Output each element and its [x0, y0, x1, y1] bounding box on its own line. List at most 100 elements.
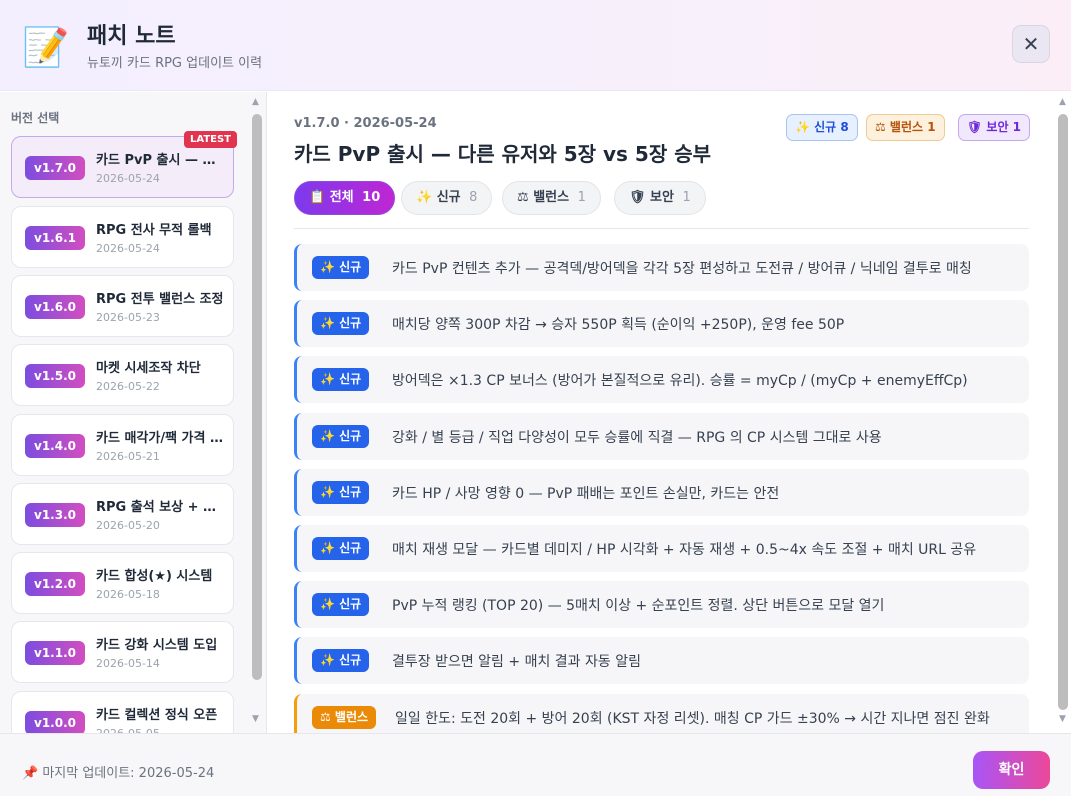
version-pill: v1.6.1 — [25, 226, 85, 250]
version-title: 카드 컬렉션 정식 오픈 — [96, 708, 218, 723]
version-pill: v1.7.0 — [25, 156, 85, 180]
patch-detail: v1.7.0 · 2026-05-24 카드 PvP 출시 — 다른 유저와 5… — [268, 92, 1071, 733]
summary-badge-security: 🛡 보안 1 — [958, 114, 1031, 141]
scroll-up-icon[interactable]: ▲ — [252, 97, 259, 107]
version-title: RPG 전사 무적 롤백 — [96, 223, 212, 238]
version-date: 2026-05-14 — [96, 657, 160, 670]
note-item: ✨ 신규 결투장 받으면 알림 + 매치 결과 자동 알림 — [294, 637, 1029, 684]
filter-count: 8 — [469, 190, 478, 205]
version-title: RPG 전투 밸런스 조정 — [96, 292, 224, 307]
version-pill: v1.6.0 — [25, 295, 85, 319]
filter-label: 신규 — [436, 190, 461, 205]
scales-icon: ⚖ — [517, 190, 529, 205]
filter-count: 1 — [577, 190, 586, 205]
version-title: 마켓 시세조작 차단 — [96, 361, 201, 376]
note-tag-new: ✨ 신규 — [312, 593, 370, 616]
note-text: 강화 / 별 등급 / 직업 다양성이 모두 승률에 직결 — RPG 의 CP… — [392, 430, 882, 446]
filter-label: 밸런스 — [533, 190, 570, 205]
note-item: ⚖ 밸런스 일일 한도: 도전 20회 + 방어 20회 (KST 자정 리셋)… — [294, 694, 1029, 733]
note-text: 매치 재생 모달 — 카드별 데미지 / HP 시각화 + 자동 재생 + 0.… — [392, 542, 977, 558]
version-item-active[interactable]: v1.7.0 카드 PvP 출시 — 다른 유저와 5장 vs 5장 승부 20… — [11, 131, 237, 198]
note-text: 카드 PvP 컨텐츠 추가 — 공격덱/방어덱을 각각 5장 편성하고 도전큐 … — [392, 261, 972, 277]
version-date: 2026-05-21 — [96, 450, 160, 463]
version-meta: v1.7.0 · 2026-05-24 — [294, 116, 437, 131]
note-item: ✨ 신규 방어덱은 ×1.3 CP 보너스 (방어가 본질적으로 유리). 승률… — [294, 356, 1029, 403]
version-sidebar: 버전 선택 v1.7.0 카드 PvP 출시 — 다른 유저와 5장 vs 5장… — [0, 92, 267, 733]
modal-header: 📝 패치 노트 뉴토끼 카드 RPG 업데이트 이력 ✕ — [0, 0, 1071, 91]
version-item[interactable]: v1.6.0 RPG 전투 밸런스 조정 2026-05-23 — [11, 275, 234, 337]
version-date: 2026-05-20 — [96, 519, 160, 532]
filter-tab-all[interactable]: 📋 전체 10 — [294, 181, 396, 215]
filter-label: 전체 — [329, 190, 354, 205]
filter-count: 1 — [682, 190, 691, 205]
note-tag-new: ✨ 신규 — [312, 368, 370, 391]
version-pill: v1.1.0 — [25, 641, 85, 665]
version-date: 2026-05-24 — [96, 172, 160, 185]
scrollbar-thumb[interactable] — [252, 114, 262, 680]
note-item: ✨ 신규 카드 HP / 사망 영향 0 — PvP 패배는 포인트 손실만, … — [294, 469, 1029, 516]
divider — [294, 228, 1029, 229]
version-item[interactable]: v1.0.0 카드 컬렉션 정식 오픈 2026-05-05 — [11, 691, 234, 733]
version-item[interactable]: v1.4.0 카드 매각가/팩 가격 조정 2026-05-21 — [11, 414, 234, 476]
close-icon: ✕ — [1022, 32, 1040, 56]
version-title: 카드 PvP 출시 — 다른 유저와 5장 vs 5장 승부 — [96, 153, 224, 168]
page-title: 패치 노트 — [87, 24, 176, 49]
confirm-button[interactable]: 확인 — [973, 751, 1050, 789]
version-title: 카드 매각가/팩 가격 조정 — [96, 431, 224, 446]
version-pill: v1.3.0 — [25, 503, 85, 527]
note-tag-new: ✨ 신규 — [312, 425, 370, 448]
filter-label: 보안 — [650, 190, 674, 205]
note-item: ✨ 신규 카드 PvP 컨텐츠 추가 — 공격덱/방어덱을 각각 5장 편성하고… — [294, 244, 1029, 291]
summary-badge-new: ✨ 신규 8 — [786, 114, 858, 141]
note-text: 일일 한도: 도전 20회 + 방어 20회 (KST 자정 리셋). 매칭 C… — [395, 711, 990, 727]
note-text: 카드 HP / 사망 영향 0 — PvP 패배는 포인트 손실만, 카드는 안… — [392, 486, 780, 502]
summary-badge-balance: ⚖ 밸런스 1 — [866, 114, 945, 141]
version-title: 카드 합성(★) 시스템 — [96, 569, 213, 584]
note-item: ✨ 신규 매치당 양쪽 300P 차감 → 승자 550P 획득 (순이익 +2… — [294, 300, 1029, 347]
note-tag-new: ✨ 신규 — [312, 256, 370, 279]
shield-icon: 🛡 — [629, 190, 646, 205]
version-date: 2026-05-22 — [96, 380, 160, 393]
sidebar-scrollbar[interactable]: ▲ ▼ — [248, 92, 266, 733]
note-tag-new: ✨ 신규 — [312, 312, 370, 335]
filter-tab-new[interactable]: ✨ 신규 8 — [401, 181, 493, 215]
note-tag-new: ✨ 신규 — [312, 649, 370, 672]
page-subtitle: 뉴토끼 카드 RPG 업데이트 이력 — [87, 56, 263, 71]
last-updated-text: 📌 마지막 업데이트: 2026-05-24 — [22, 766, 215, 781]
filter-tab-balance[interactable]: ⚖ 밸런스 1 — [502, 181, 601, 215]
filter-tab-security[interactable]: 🛡 보안 1 — [614, 181, 706, 215]
note-item: ✨ 신규 매치 재생 모달 — 카드별 데미지 / HP 시각화 + 자동 재생… — [294, 525, 1029, 572]
filter-count: 10 — [362, 190, 381, 205]
version-item[interactable]: v1.2.0 카드 합성(★) 시스템 2026-05-18 — [11, 552, 234, 614]
version-item[interactable]: v1.6.1 RPG 전사 무적 롤백 2026-05-24 — [11, 206, 234, 268]
version-item[interactable]: v1.5.0 마켓 시세조작 차단 2026-05-22 — [11, 344, 234, 406]
scroll-down-icon[interactable]: ▼ — [252, 714, 259, 724]
note-text: PvP 누적 랭킹 (TOP 20) — 5매치 이상 + 순포인트 정렬. 상… — [392, 598, 885, 614]
version-title: RPG 출석 보상 + 이벤트 — [96, 500, 224, 515]
note-tag-balance: ⚖ 밸런스 — [312, 706, 377, 729]
note-text: 방어덱은 ×1.3 CP 보너스 (방어가 본질적으로 유리). 승률 = my… — [392, 373, 968, 389]
version-title: 카드 강화 시스템 도입 — [96, 638, 218, 653]
sparkles-icon: ✨ — [416, 190, 433, 205]
scrollbar-thumb[interactable] — [1058, 114, 1068, 710]
note-item: ✨ 신규 PvP 누적 랭킹 (TOP 20) — 5매치 이상 + 순포인트 … — [294, 581, 1029, 628]
note-text: 결투장 받으면 알림 + 매치 결과 자동 알림 — [392, 654, 641, 670]
note-tag-new: ✨ 신규 — [312, 537, 370, 560]
scroll-up-icon[interactable]: ▲ — [1059, 97, 1066, 107]
version-pill: v1.5.0 — [25, 364, 85, 388]
modal-footer: 📌 마지막 업데이트: 2026-05-24 확인 — [0, 733, 1071, 796]
note-tag-new: ✨ 신규 — [312, 481, 370, 504]
scroll-down-icon[interactable]: ▼ — [1059, 714, 1066, 724]
note-text: 매치당 양쪽 300P 차감 → 승자 550P 획득 (순이익 +250P),… — [392, 317, 845, 333]
version-item[interactable]: v1.1.0 카드 강화 시스템 도입 2026-05-14 — [11, 621, 234, 683]
version-date: 2026-05-23 — [96, 311, 160, 324]
version-pill: v1.2.0 — [25, 572, 85, 596]
sidebar-heading: 버전 선택 — [11, 111, 60, 125]
note-item: ✨ 신규 강화 / 별 등급 / 직업 다양성이 모두 승률에 직결 — RPG… — [294, 413, 1029, 460]
clipboard-icon: 📋 — [309, 190, 326, 205]
latest-badge: LATEST — [183, 131, 237, 148]
version-item[interactable]: v1.3.0 RPG 출석 보상 + 이벤트 2026-05-20 — [11, 483, 234, 545]
close-button[interactable]: ✕ — [1012, 25, 1050, 63]
version-pill: v1.4.0 — [25, 434, 85, 458]
version-date: 2026-05-24 — [96, 242, 160, 255]
